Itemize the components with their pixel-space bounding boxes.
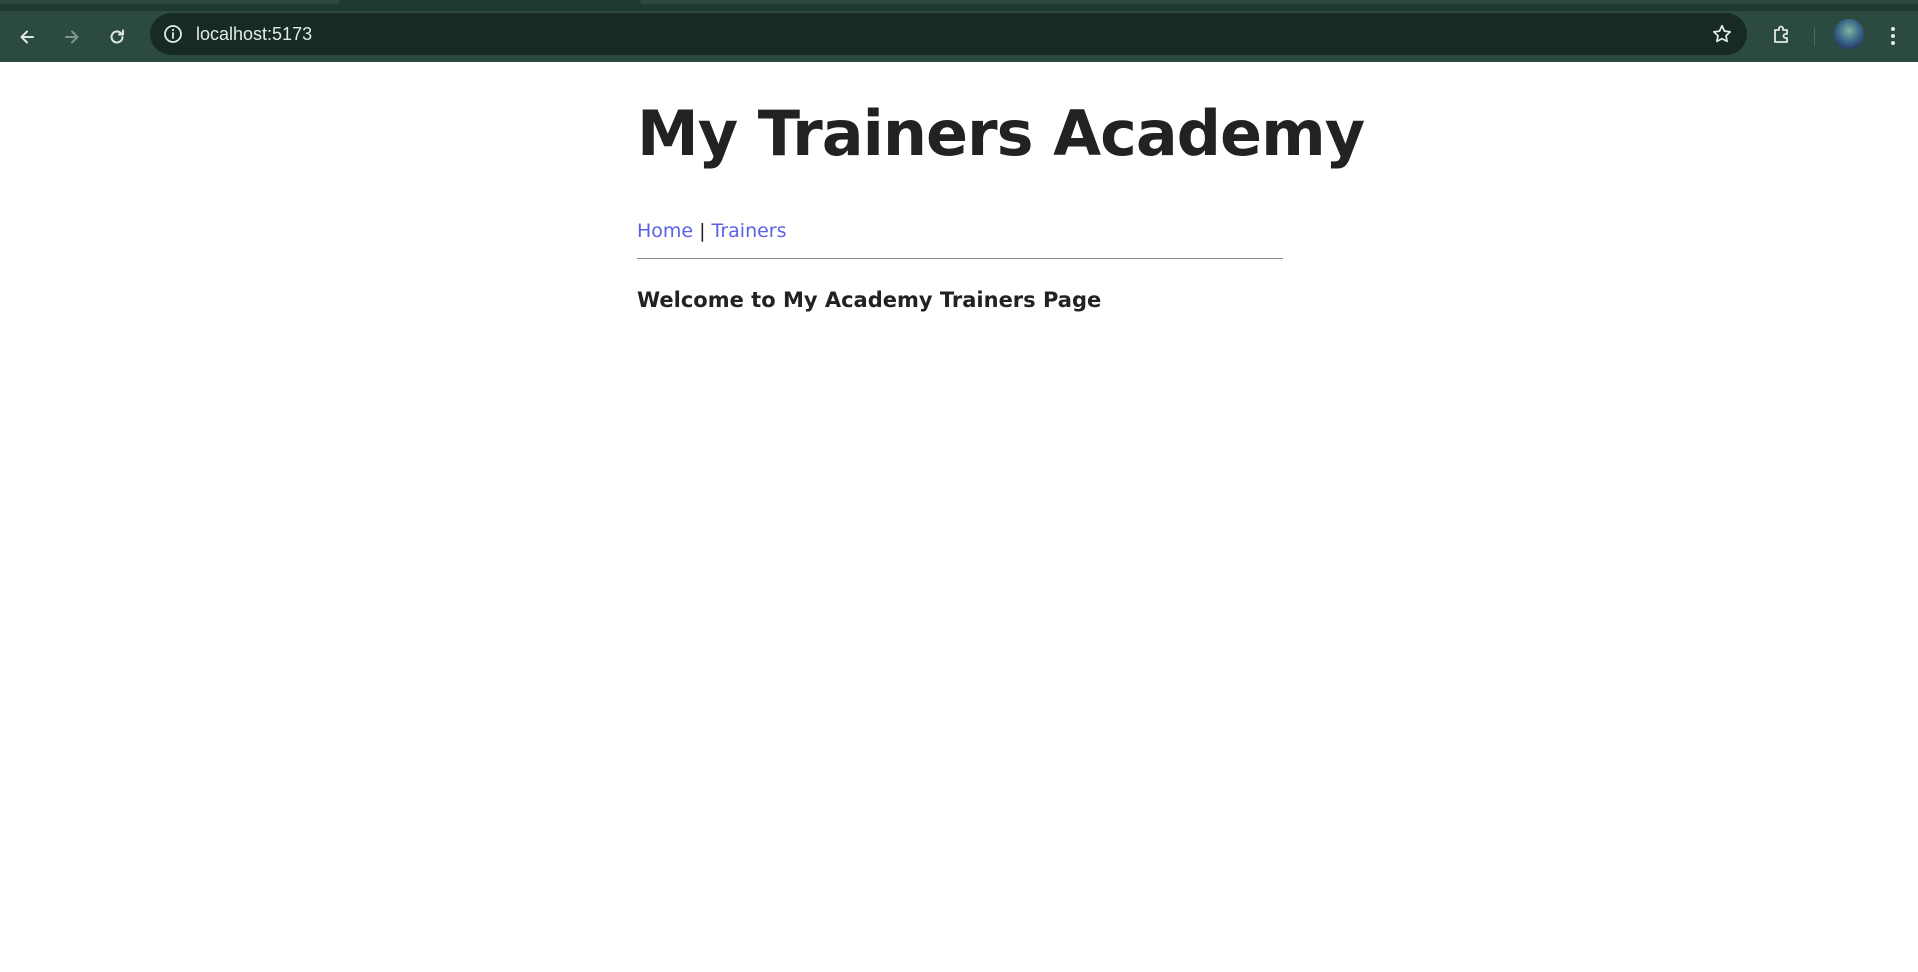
tab-edge-right[interactable]: [640, 0, 1918, 4]
browser-chrome: localhost:5173: [0, 0, 1918, 62]
toolbar-divider: [1814, 28, 1815, 46]
more-menu-icon[interactable]: [1880, 23, 1906, 49]
back-button[interactable]: [12, 22, 42, 52]
tab-strip: [0, 0, 1918, 11]
nav-link-home[interactable]: Home: [637, 220, 693, 242]
bookmark-star-icon[interactable]: [1711, 23, 1733, 45]
browser-toolbar: localhost:5173: [0, 11, 1918, 62]
extensions-puzzle-icon[interactable]: [1769, 22, 1795, 48]
forward-button[interactable]: [57, 22, 87, 52]
url-text[interactable]: localhost:5173: [196, 13, 312, 55]
nav-separator: |: [699, 220, 706, 242]
tab-edge-left[interactable]: [0, 0, 340, 4]
page-viewport: My Trainers Academy Home | Trainers Welcom…: [0, 62, 1918, 972]
arrow-left-icon: [20, 30, 34, 44]
horizontal-rule: [637, 258, 1283, 259]
site-nav: Home | Trainers: [637, 222, 787, 241]
nav-link-trainers[interactable]: Trainers: [712, 220, 787, 242]
info-icon[interactable]: [162, 23, 184, 45]
reload-button[interactable]: [102, 22, 132, 52]
reload-icon: [110, 29, 124, 44]
welcome-heading: Welcome to My Academy Trainers Page: [637, 288, 1102, 312]
page-title: My Trainers Academy: [637, 97, 1365, 170]
profile-avatar[interactable]: [1834, 19, 1864, 49]
arrow-right-icon: [65, 30, 79, 44]
address-bar[interactable]: localhost:5173: [150, 13, 1747, 55]
